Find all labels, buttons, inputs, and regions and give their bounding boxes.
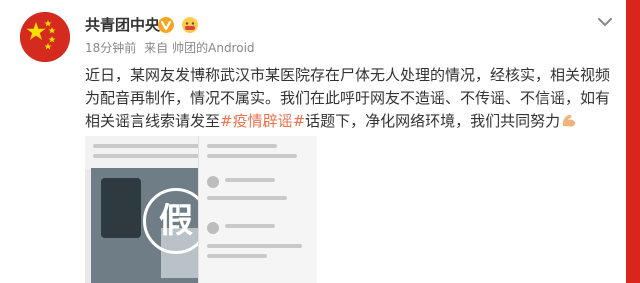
blurred-text [225, 224, 275, 228]
post-source[interactable]: 帅团的Android [172, 41, 254, 55]
flag-emblem-icon [20, 12, 70, 62]
blurred-text [225, 178, 275, 182]
blurred-text [207, 244, 302, 248]
source-prefix: 来自 [144, 41, 169, 55]
verified-badge-icon [158, 17, 174, 33]
post-body: 近日，某网友发博称武汉市某医院存在尸体无人处理的情况，经核实，相关视频为配音再制… [85, 64, 615, 133]
post-text-end: 话题下，净化网络环境，我们共同努力 [305, 112, 561, 130]
blurred-text [207, 196, 287, 200]
chevron-down-icon[interactable] [597, 16, 613, 28]
blurred-text [93, 154, 203, 158]
hashtag-link[interactable]: #疫情辟谣# [220, 112, 305, 130]
comment-avatar [207, 176, 219, 188]
attached-image-right[interactable] [198, 136, 317, 283]
post-meta: 18分钟前 来自 帅团的Android [85, 40, 259, 56]
blurred-text [207, 144, 277, 148]
comment-avatar [207, 222, 219, 234]
reaction-emoji-icon [182, 17, 198, 33]
username[interactable]: 共青团中央 [85, 15, 160, 35]
avatar[interactable] [20, 12, 70, 62]
weibo-post-card: 共青团中央 18分钟前 来自 帅团的Android 近日，某网友发博称武汉市某医院… [0, 0, 625, 283]
blurred-text [207, 254, 267, 258]
blurred-text [207, 154, 297, 158]
background-banner-strip [626, 0, 640, 283]
flexed-biceps-emoji-icon [562, 114, 576, 127]
frame-figure [101, 178, 141, 238]
post-time[interactable]: 18分钟前 [85, 41, 136, 55]
